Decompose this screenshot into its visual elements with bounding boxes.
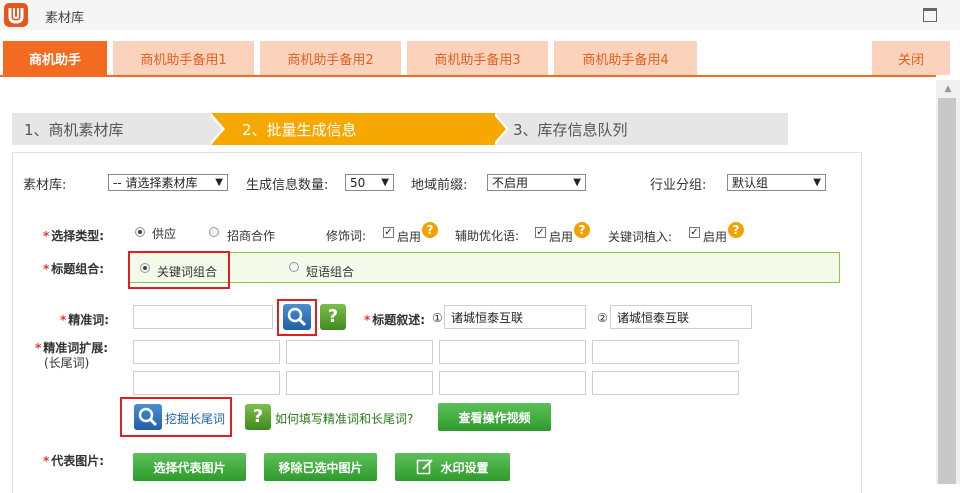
modifier-checkbox[interactable]: ✓ — [383, 227, 394, 238]
assist-checkbox[interactable]: ✓ — [535, 227, 546, 238]
title-desc-label: * 标题叙述: — [364, 313, 426, 327]
search-icon — [138, 407, 158, 427]
tab-backup-2[interactable]: 商机助手备用2 — [260, 41, 401, 75]
desc-number-2: ② — [597, 311, 608, 325]
radio-supply[interactable] — [135, 227, 145, 237]
edit-icon — [417, 459, 434, 475]
keyword-enable-label: 启用 — [703, 230, 728, 244]
longtail-input[interactable] — [286, 340, 433, 364]
longtail-input[interactable] — [439, 371, 586, 395]
step-arrow — [208, 113, 222, 145]
window-title: 素材库 — [45, 11, 85, 26]
type-label: * 选择类型: — [43, 229, 105, 243]
assist-label: 辅助优化语: — [455, 229, 520, 243]
longtail-input[interactable] — [133, 371, 280, 395]
scroll-up-icon[interactable]: ▲ — [936, 80, 960, 98]
modifier-label: 修饰词: — [326, 229, 367, 243]
tab-backup-4[interactable]: 商机助手备用4 — [554, 41, 697, 75]
radio-keyword-combo[interactable] — [140, 263, 150, 273]
library-select-value: -- 请选择素材库 — [113, 176, 198, 190]
radio-supply-label: 供应 — [152, 227, 177, 241]
maximize-icon[interactable] — [923, 8, 937, 22]
search-button[interactable] — [283, 304, 311, 330]
region-select[interactable]: 不启用 ▼ — [487, 174, 586, 191]
watermark-button[interactable]: 水印设置 — [395, 453, 510, 481]
how-to-fill-link[interactable]: 如何填写精准词和长尾词? — [275, 410, 413, 427]
count-select-value: 50 — [350, 175, 366, 190]
help-icon[interactable]: ? — [245, 404, 271, 430]
modifier-enable-label: 启用 — [397, 230, 422, 244]
images-label: * 代表图片: — [43, 454, 105, 468]
step-arrow — [492, 113, 506, 145]
title-desc-input-1[interactable]: 诸城恒泰互联 — [444, 305, 586, 329]
library-label: 素材库: — [23, 178, 67, 193]
extension-sublabel: (长尾词) — [44, 356, 90, 370]
region-select-value: 不启用 — [492, 176, 529, 190]
count-label: 生成信息数量: — [246, 178, 329, 193]
title-desc-input-2[interactable]: 诸城恒泰互联 — [610, 305, 752, 329]
watermark-button-label: 水印设置 — [440, 460, 489, 475]
help-icon[interactable]: ? — [320, 304, 346, 330]
desc-number-1: ① — [432, 311, 443, 325]
group-select-value: 默认组 — [732, 176, 769, 190]
step-material-library[interactable]: 1、商机素材库 — [12, 113, 212, 145]
radio-invest[interactable] — [209, 227, 219, 237]
search-icon — [287, 307, 307, 327]
longtail-input[interactable] — [286, 371, 433, 395]
step-inventory-queue[interactable]: 3、库存信息队列 — [495, 113, 788, 145]
longtail-input[interactable] — [592, 340, 739, 364]
tab-backup-3[interactable]: 商机助手备用3 — [407, 41, 548, 75]
title-combo-row — [129, 252, 840, 283]
scrollbar-thumb[interactable] — [938, 98, 956, 484]
longtail-input[interactable] — [439, 340, 586, 364]
watch-video-button[interactable]: 查看操作视频 — [438, 403, 551, 431]
chevron-down-icon: ▼ — [813, 177, 821, 188]
keyword-label: 关键词植入: — [608, 230, 673, 244]
longtail-input[interactable] — [592, 371, 739, 395]
longtail-input[interactable] — [133, 340, 280, 364]
help-icon[interactable]: ? — [574, 222, 590, 238]
chevron-down-icon: ▼ — [215, 177, 223, 188]
select-image-button[interactable]: 选择代表图片 — [133, 453, 246, 481]
app-logo-icon — [4, 3, 28, 27]
help-icon[interactable]: ? — [728, 222, 744, 238]
group-label: 行业分组: — [650, 178, 707, 193]
mine-longtail-link[interactable]: 挖掘长尾词 — [165, 410, 225, 427]
tab-shangji[interactable]: 商机助手 — [3, 41, 107, 75]
tab-backup-1[interactable]: 商机助手备用1 — [113, 41, 254, 75]
region-label: 地域前缀: — [411, 178, 468, 193]
library-select[interactable]: -- 请选择素材库 ▼ — [108, 174, 228, 191]
chevron-down-icon: ▼ — [381, 177, 389, 188]
title-combo-label: * 标题组合: — [43, 262, 105, 276]
radio-phrase-combo-label: 短语组合 — [306, 265, 355, 279]
step-batch-generate[interactable]: 2、批量生成信息 — [212, 113, 495, 145]
remove-image-button[interactable]: 移除已选中图片 — [264, 453, 377, 481]
chevron-down-icon: ▼ — [573, 177, 581, 188]
assist-enable-label: 启用 — [549, 230, 574, 244]
precise-input[interactable] — [133, 305, 273, 329]
radio-keyword-combo-label: 关键词组合 — [157, 265, 218, 279]
close-tab-button[interactable]: 关闭 — [872, 41, 950, 75]
radio-invest-label: 招商合作 — [227, 229, 276, 243]
group-select[interactable]: 默认组 ▼ — [727, 174, 826, 191]
precise-label: * 精准词: — [60, 313, 110, 327]
keyword-checkbox[interactable]: ✓ — [689, 227, 700, 238]
radio-phrase-combo[interactable] — [289, 262, 299, 272]
count-select[interactable]: 50 ▼ — [345, 174, 394, 191]
mine-longtail-button[interactable] — [134, 404, 162, 430]
help-icon[interactable]: ? — [422, 222, 438, 238]
window-titlebar — [0, 0, 960, 31]
tab-underline — [0, 75, 936, 77]
